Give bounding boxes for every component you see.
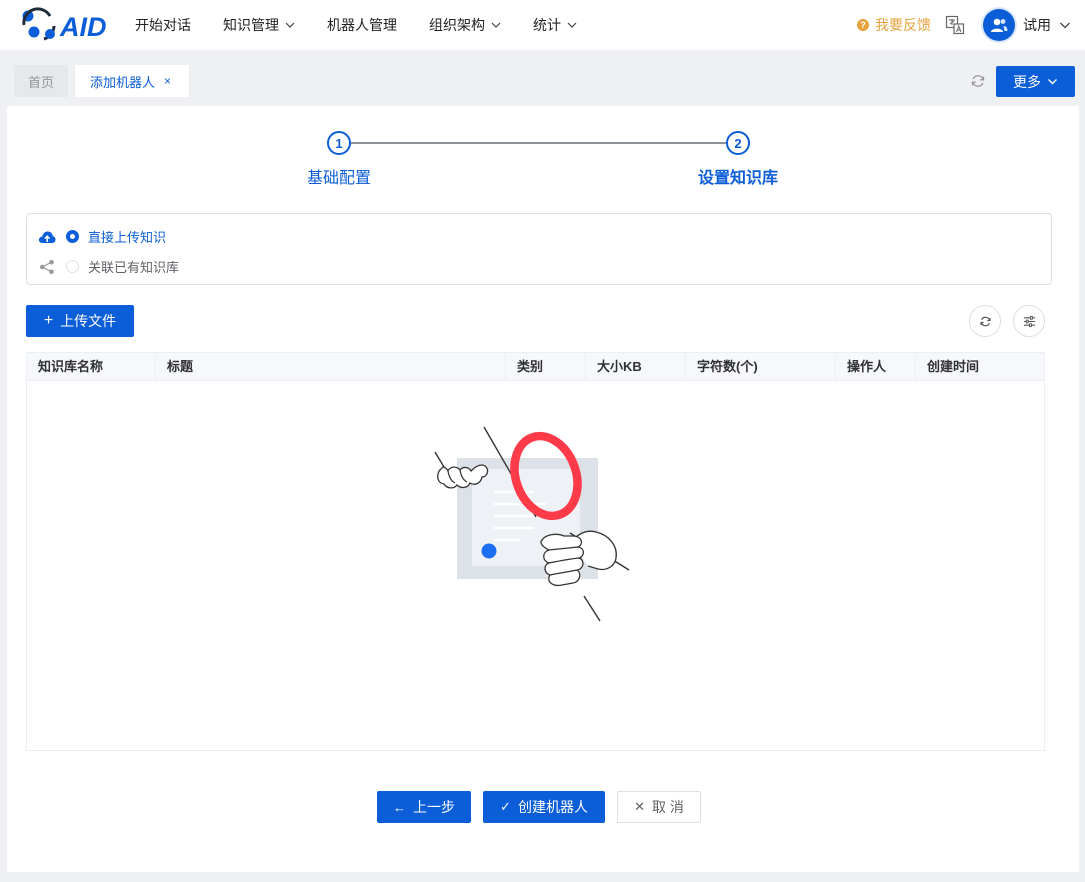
avatar — [983, 9, 1015, 41]
more-label: 更多 — [1013, 73, 1041, 90]
column-header: 大小KB — [586, 353, 686, 381]
aid-logo[interactable]: AID — [20, 6, 112, 44]
tab-home[interactable]: 首页 — [14, 65, 68, 97]
nav-item-knowledge[interactable]: 知识管理 — [223, 15, 295, 35]
share-icon — [38, 259, 56, 275]
nav-item-label: 组织架构 — [429, 17, 485, 33]
option-link-existing[interactable]: 关联已有知识库 — [38, 257, 179, 276]
column-header: 操作人 — [836, 353, 916, 381]
main-panel: 1 2 基础配置 设置知识库 直接上传知识 关联已有知识库 + 上传文件 知识库… — [7, 106, 1079, 872]
column-header: 类别 — [506, 353, 586, 381]
upload-file-label: 上传文件 — [60, 313, 117, 329]
chevron-down-icon — [491, 22, 501, 28]
option-upload-direct[interactable]: 直接上传知识 — [38, 227, 166, 246]
nav-item-label: 开始对话 — [135, 17, 191, 33]
nav-item-chat[interactable]: 开始对话 — [135, 15, 191, 35]
tab-add-robot[interactable]: 添加机器人 × — [75, 65, 189, 97]
table-refresh-button[interactable] — [969, 305, 1001, 337]
knowledge-source-options: 直接上传知识 关联已有知识库 — [26, 213, 1052, 285]
user-menu[interactable]: 试用 — [983, 9, 1071, 41]
empty-state-illustration — [434, 426, 630, 622]
top-navbar: AID 开始对话 知识管理 机器人管理 组织架构 统计 ? 我要反馈 试用 — [0, 0, 1085, 50]
feedback-link[interactable]: ? 我要反馈 — [857, 15, 931, 35]
column-header: 字符数(个) — [686, 353, 836, 381]
nav-item-label: 知识管理 — [223, 17, 279, 33]
user-name: 试用 — [1023, 17, 1051, 33]
nav-item-org[interactable]: 组织架构 — [429, 15, 501, 35]
chevron-down-icon — [1048, 79, 1057, 85]
tab-label: 添加机器人 — [90, 74, 156, 90]
prev-step-label: 上一步 — [413, 799, 455, 815]
nav-right: ? 我要反馈 试用 — [857, 0, 1071, 50]
create-robot-button[interactable]: ✓ 创建机器人 — [483, 791, 605, 823]
upload-file-button[interactable]: + 上传文件 — [26, 305, 134, 337]
chevron-down-icon — [285, 22, 295, 28]
cancel-button[interactable]: ✕ 取 消 — [617, 791, 701, 823]
users-icon — [991, 18, 1008, 32]
arrow-left-icon: ← — [393, 799, 406, 815]
step-1-number: 1 — [327, 131, 351, 155]
column-header: 标题 — [156, 353, 506, 381]
close-icon[interactable]: × — [164, 74, 171, 88]
close-icon: ✕ — [634, 799, 645, 814]
table-header: 知识库名称 标题 类别 大小KB 字符数(个) 操作人 创建时间 — [27, 353, 1044, 381]
knowledge-table: 知识库名称 标题 类别 大小KB 字符数(个) 操作人 创建时间 — [26, 352, 1045, 751]
column-header: 知识库名称 — [27, 353, 156, 381]
option-link-existing-label: 关联已有知识库 — [88, 260, 180, 275]
option-upload-direct-label: 直接上传知识 — [88, 230, 167, 245]
feedback-label: 我要反馈 — [875, 17, 931, 33]
create-robot-label: 创建机器人 — [517, 799, 588, 815]
check-icon: ✓ — [500, 799, 511, 814]
prev-step-button[interactable]: ← 上一步 — [377, 791, 471, 823]
step-1-label: 基础配置 — [306, 170, 371, 187]
refresh-icon[interactable] — [970, 73, 986, 89]
question-icon: ? — [857, 19, 869, 31]
radio-upload-direct[interactable] — [66, 230, 79, 243]
refresh-icon — [979, 316, 991, 326]
cancel-label: 取 消 — [652, 799, 684, 815]
step-2-number: 2 — [726, 131, 750, 155]
nav-item-label: 机器人管理 — [327, 17, 397, 33]
cloud-upload-icon — [38, 229, 56, 245]
svg-text:AID: AID — [59, 12, 107, 42]
plus-icon: + — [43, 312, 54, 329]
main-menu: 开始对话 知识管理 机器人管理 组织架构 统计 — [135, 0, 609, 50]
tabs-bar: 首页 添加机器人 × 更多 — [0, 50, 1085, 97]
column-settings-button[interactable] — [1013, 305, 1045, 337]
tab-label: 首页 — [27, 74, 54, 90]
step-2-label: 设置知识库 — [697, 170, 778, 187]
radio-link-existing[interactable] — [66, 260, 79, 273]
more-button[interactable]: 更多 — [996, 66, 1075, 97]
translate-icon[interactable] — [945, 15, 965, 35]
steps-connector — [351, 142, 731, 144]
nav-item-label: 统计 — [533, 17, 561, 33]
chevron-down-icon — [1060, 22, 1070, 29]
column-header: 创建时间 — [927, 359, 980, 374]
nav-item-robots[interactable]: 机器人管理 — [327, 15, 397, 35]
chevron-down-icon — [567, 22, 577, 28]
sliders-icon — [1023, 315, 1035, 327]
nav-item-stats[interactable]: 统计 — [533, 15, 577, 35]
